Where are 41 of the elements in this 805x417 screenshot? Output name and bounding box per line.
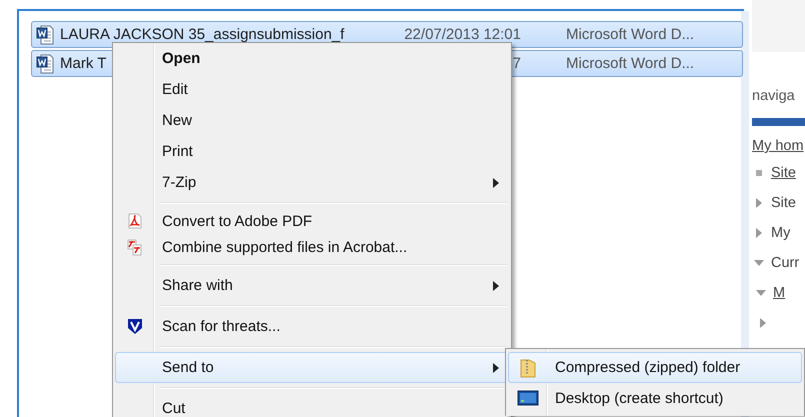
file-name: Mark T: [60, 55, 106, 72]
collapsed-arrow-icon[interactable]: [756, 198, 762, 208]
menu-item[interactable]: New: [115, 105, 509, 136]
file-type: Microsoft Word D...: [566, 55, 694, 72]
nav-item[interactable]: Curr: [771, 255, 800, 271]
combine-pdf-icon: [127, 238, 143, 256]
nav-link[interactable]: M: [773, 285, 786, 301]
zipped-folder-icon: [519, 358, 537, 378]
menu-item[interactable]: Print: [115, 136, 509, 167]
nav-link[interactable]: My hom: [752, 138, 804, 154]
collapsed-arrow-icon[interactable]: [760, 318, 766, 328]
menu-item[interactable]: Desktop (create shortcut): [508, 383, 802, 414]
menu-item[interactable]: Compressed (zipped) folder: [508, 352, 802, 383]
word-document-icon: [36, 54, 54, 74]
submenu-arrow-icon: [493, 178, 499, 188]
desktop-icon: [517, 390, 539, 408]
file-type: Microsoft Word D...: [566, 26, 694, 43]
file-date: 7: [512, 55, 521, 72]
menu-item[interactable]: Scan for threats...: [115, 311, 509, 342]
word-document-icon: [36, 24, 54, 44]
pdf-icon: [128, 213, 142, 229]
nav-link[interactable]: Site: [771, 165, 796, 181]
submenu-arrow-icon: [493, 280, 499, 290]
shield-icon: [127, 318, 143, 335]
collapsed-arrow-icon[interactable]: [756, 228, 762, 238]
nav-item[interactable]: My: [771, 225, 790, 241]
bullet-icon: [756, 170, 762, 176]
expanded-arrow-icon[interactable]: [756, 290, 766, 296]
nav-item[interactable]: Site: [771, 195, 796, 211]
navigation-heading: naviga: [752, 88, 795, 104]
file-name: LAURA JACKSON 35_assignsubmission_f: [60, 26, 344, 43]
menu-item[interactable]: 7-Zip: [115, 167, 509, 198]
menu-item[interactable]: Edit: [115, 74, 509, 105]
menu-item[interactable]: Share with: [115, 270, 509, 301]
expanded-arrow-icon[interactable]: [754, 260, 764, 266]
block-header-bar: [752, 118, 805, 126]
menu-item[interactable]: Combine supported files in Acrobat...: [115, 234, 509, 260]
submenu-arrow-icon: [493, 362, 499, 372]
menu-item[interactable]: Convert to Adobe PDF: [115, 208, 509, 234]
file-date: 22/07/2013 12:01: [403, 26, 521, 43]
menu-item[interactable]: Cut: [115, 393, 509, 417]
